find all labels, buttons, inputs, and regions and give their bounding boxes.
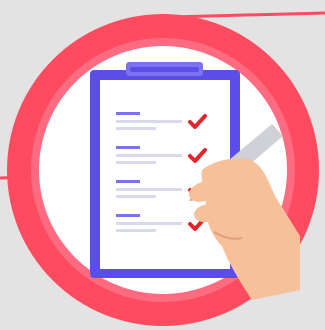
illustration-canvas — [0, 0, 325, 330]
checklist-item-line — [116, 120, 182, 123]
checklist-item-line — [116, 222, 182, 225]
checklist-item-line — [116, 154, 182, 157]
checklist-item-heading — [116, 214, 140, 217]
checklist-item-line — [116, 195, 156, 198]
clipboard-clip-shade — [130, 67, 199, 72]
checklist-item-line — [116, 127, 156, 130]
checklist-item-line — [116, 188, 182, 191]
checklist-item-heading — [116, 180, 140, 183]
checklist-illustration — [0, 0, 325, 330]
checklist-item-heading — [116, 146, 140, 149]
checklist-item-line — [116, 161, 156, 164]
checklist-item-heading — [116, 112, 140, 115]
checklist-item-line — [116, 229, 156, 232]
